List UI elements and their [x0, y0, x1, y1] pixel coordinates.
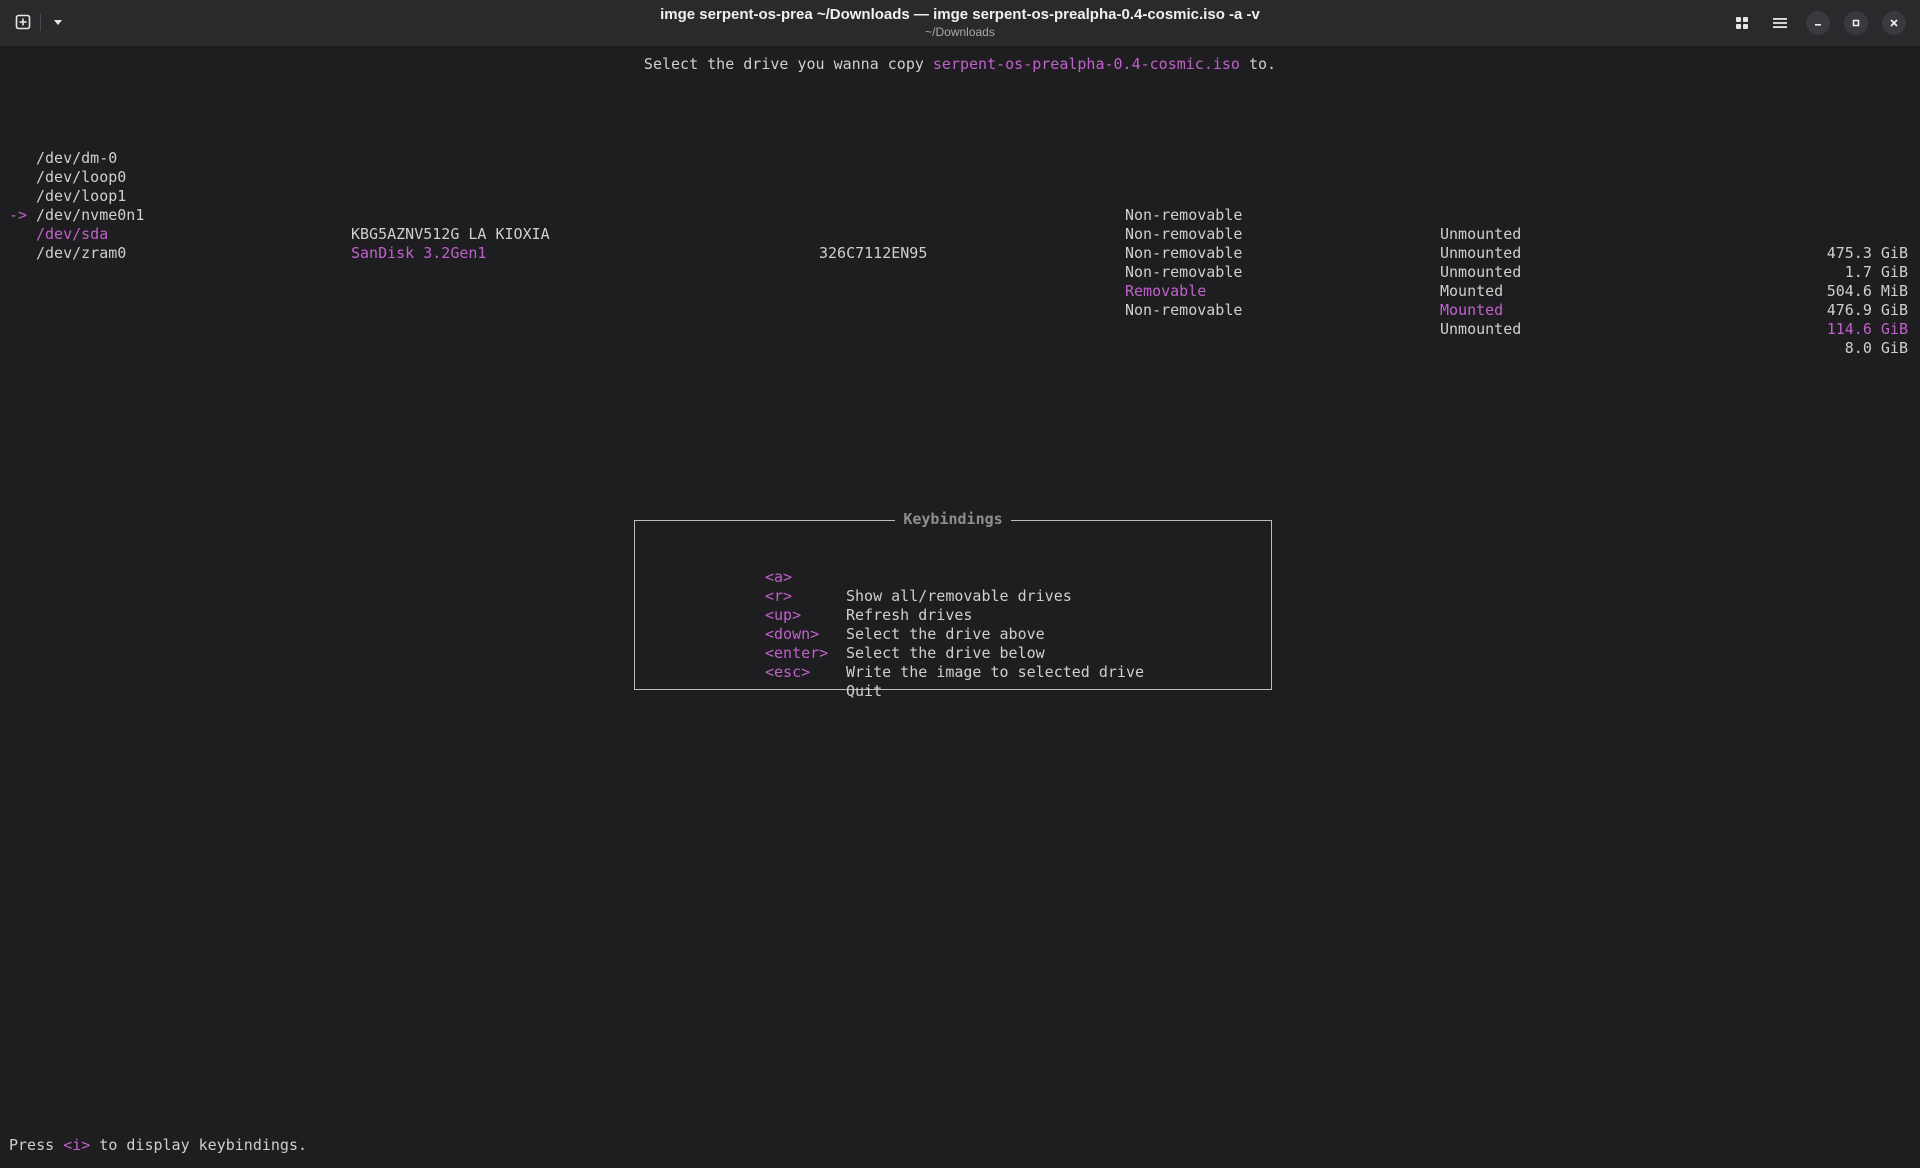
- drive-removable: Removable: [1125, 282, 1207, 300]
- drive-serial: 326C7112EN95: [819, 244, 928, 262]
- window-titlebar: imge serpent-os-prea ~/Downloads — imge …: [0, 0, 1920, 47]
- close-button[interactable]: [1882, 11, 1906, 35]
- close-icon: [1890, 19, 1898, 27]
- drive-removable: Non-removable: [1125, 301, 1243, 319]
- drive-mount-status: Unmounted: [1440, 225, 1522, 243]
- drive-mount-status: Unmounted: [1440, 263, 1522, 281]
- drive-row[interactable]: /dev/loop1 Non-removable Unmounted 504.6…: [0, 149, 1920, 300]
- keybinding-row: <r> Refresh drives: [765, 568, 1185, 624]
- drive-size: 8.0 GiB: [1844, 339, 1908, 357]
- drive-size: 1.7 GiB: [1844, 263, 1908, 281]
- drive-removable: Non-removable: [1125, 225, 1243, 243]
- drive-size: 475.3 GiB: [1826, 244, 1908, 262]
- footer-key: <i>: [63, 1136, 91, 1154]
- keybindings-list: <a> Show all/removable drives <r> Refres…: [765, 549, 1185, 700]
- prompt-line: Select the drive you wanna copy serpent-…: [0, 55, 1920, 74]
- keybindings-title-wrap: Keybindings: [635, 510, 1271, 529]
- drive-size: 504.6 MiB: [1826, 282, 1908, 300]
- drive-device: /dev/zram0: [36, 244, 127, 262]
- prompt-text-after: to.: [1239, 55, 1277, 73]
- drive-mount-status: Unmounted: [1440, 320, 1522, 338]
- grid-icon: [1736, 17, 1748, 29]
- keybinding-row: <down> Select the drive below: [765, 606, 1185, 662]
- window-title: imge serpent-os-prea ~/Downloads — imge …: [660, 6, 1260, 23]
- keybindings-panel: Keybindings <a> Show all/removable drive…: [634, 510, 1272, 700]
- drive-size: 114.6 GiB: [1826, 320, 1908, 338]
- window-title-block: imge serpent-os-prea ~/Downloads — imge …: [0, 5, 1920, 40]
- drive-row[interactable]: /dev/dm-0 Non-removable Unmounted 475.3 …: [0, 111, 1920, 262]
- minimize-icon: [1815, 24, 1821, 26]
- drive-mount-status: Mounted: [1440, 301, 1504, 319]
- keybinding-description: Quit: [846, 682, 883, 700]
- drive-size: 476.9 GiB: [1826, 301, 1908, 319]
- drive-mount-status: Unmounted: [1440, 244, 1522, 262]
- drive-mount-status: Mounted: [1440, 282, 1504, 300]
- drive-row[interactable]: /dev/loop0 Non-removable Unmounted 1.7 G…: [0, 130, 1920, 281]
- window-subtitle: ~/Downloads: [925, 25, 995, 39]
- main-menu-button[interactable]: [1768, 11, 1792, 35]
- footer-text-after: to display keybindings.: [90, 1136, 308, 1154]
- minimize-button[interactable]: [1806, 11, 1830, 35]
- keybinding-row: <esc> Quit: [765, 644, 1185, 700]
- drive-model: SanDisk 3.2Gen1: [351, 244, 487, 262]
- prompt-text-before: Select the drive you wanna copy: [643, 55, 933, 73]
- drive-row[interactable]: /dev/nvme0n1 KBG5AZNV512G LA KIOXIA 326C…: [0, 168, 1920, 319]
- drive-row-selected[interactable]: -> /dev/sda SanDisk 3.2Gen1 Removable Mo…: [0, 187, 1920, 338]
- keybinding-key: <esc>: [765, 663, 811, 681]
- terminal-content: Select the drive you wanna copy serpent-…: [0, 46, 1920, 1168]
- keybinding-row: <enter> Write the image to selected driv…: [765, 625, 1185, 681]
- keybindings-title: Keybindings: [895, 510, 1011, 528]
- drive-row[interactable]: /dev/zram0 Non-removable Unmounted 8.0 G…: [0, 206, 1920, 357]
- maximize-button[interactable]: [1844, 11, 1868, 35]
- drive-removable: Non-removable: [1125, 263, 1243, 281]
- drive-list: /dev/dm-0 Non-removable Unmounted 475.3 …: [0, 111, 1920, 357]
- iso-filename: serpent-os-prealpha-0.4-cosmic.iso: [932, 55, 1240, 73]
- keybinding-row: <a> Show all/removable drives: [765, 549, 1185, 605]
- footer-hint: Press <i> to display keybindings.: [9, 1136, 307, 1155]
- drive-model: KBG5AZNV512G LA KIOXIA: [351, 225, 550, 243]
- keybinding-description: Write the image to selected drive: [846, 663, 1145, 681]
- keybinding-row: <up> Select the drive above: [765, 587, 1185, 643]
- hamburger-menu-icon: [1773, 18, 1787, 28]
- titlebar-right-controls: [1730, 11, 1906, 35]
- maximize-icon: [1852, 19, 1860, 27]
- tab-overview-button[interactable]: [1730, 11, 1754, 35]
- footer-text-before: Press: [9, 1136, 64, 1154]
- drive-removable: Non-removable: [1125, 244, 1243, 262]
